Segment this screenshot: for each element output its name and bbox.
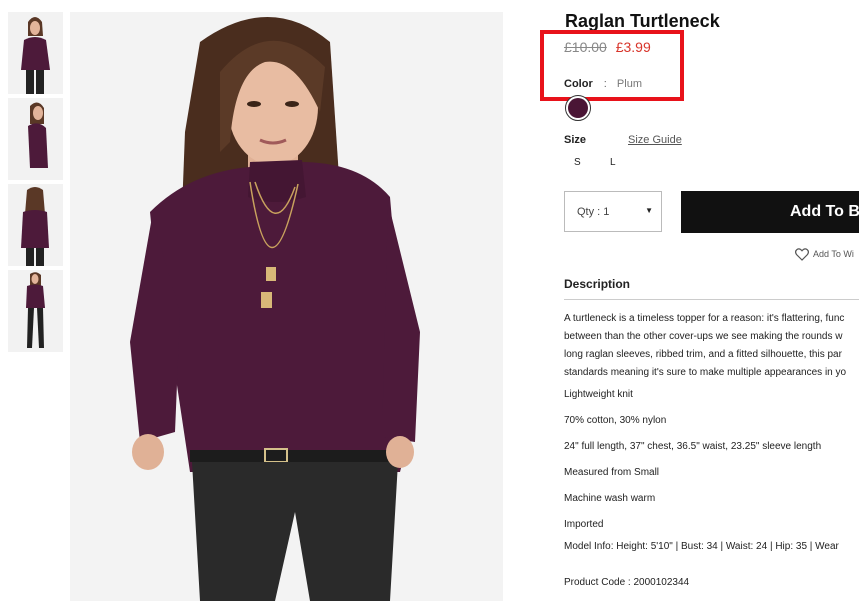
size-option-l[interactable]: L	[610, 157, 616, 168]
quantity-value: Qty : 1	[577, 206, 610, 218]
color-swatch-plum[interactable]	[565, 95, 591, 121]
thumbnail-full[interactable]	[8, 270, 63, 352]
description-line: long raglan sleeves, ribbed trim, and a …	[564, 349, 842, 360]
heart-icon	[795, 248, 809, 261]
product-main-image[interactable]	[70, 12, 503, 601]
detail-item: Model Info: Height: 5'10" | Bust: 34 | W…	[564, 541, 839, 552]
description-heading: Description	[564, 277, 631, 291]
swatch-fill	[568, 98, 588, 118]
quantity-select[interactable]: Qty : 1 ▼	[564, 191, 662, 232]
detail-item: Lightweight knit	[564, 389, 633, 400]
detail-item: Machine wash warm	[564, 493, 656, 504]
add-to-bag-label: Add To B	[790, 203, 859, 220]
description-line: A turtleneck is a timeless topper for a …	[564, 313, 845, 324]
size-option-s[interactable]: S	[574, 157, 581, 168]
description-divider	[564, 299, 859, 300]
caret-down-icon: ▼	[645, 206, 653, 215]
detail-item: 70% cotton, 30% nylon	[564, 415, 667, 426]
add-to-wishlist-link[interactable]: Add To Wi	[795, 248, 854, 261]
thumbnail-back[interactable]	[8, 184, 63, 266]
highlight-annotation-box	[540, 30, 684, 101]
description-line: standards meaning it's sure to make mult…	[564, 367, 847, 378]
size-label: Size	[564, 134, 587, 146]
size-guide-link[interactable]: Size Guide	[628, 134, 682, 146]
description-line: between than the other cover-ups we see …	[564, 331, 843, 342]
model-illustration	[70, 12, 503, 601]
product-code: Product Code : 2000102344	[564, 577, 690, 588]
thumbnail-strip	[8, 12, 63, 356]
wishlist-label: Add To Wi	[813, 248, 854, 259]
thumbnail-front[interactable]	[8, 12, 63, 94]
thumbnail-side[interactable]	[8, 98, 63, 180]
detail-item: Measured from Small	[564, 467, 660, 478]
detail-item: 24" full length, 37" chest, 36.5" waist,…	[564, 441, 822, 452]
detail-item: Imported	[564, 519, 604, 530]
product-title: Raglan Turtleneck	[565, 11, 720, 31]
description-paragraph: A turtleneck is a timeless topper for a …	[564, 310, 859, 382]
add-to-bag-button[interactable]: Add To B	[681, 191, 859, 233]
